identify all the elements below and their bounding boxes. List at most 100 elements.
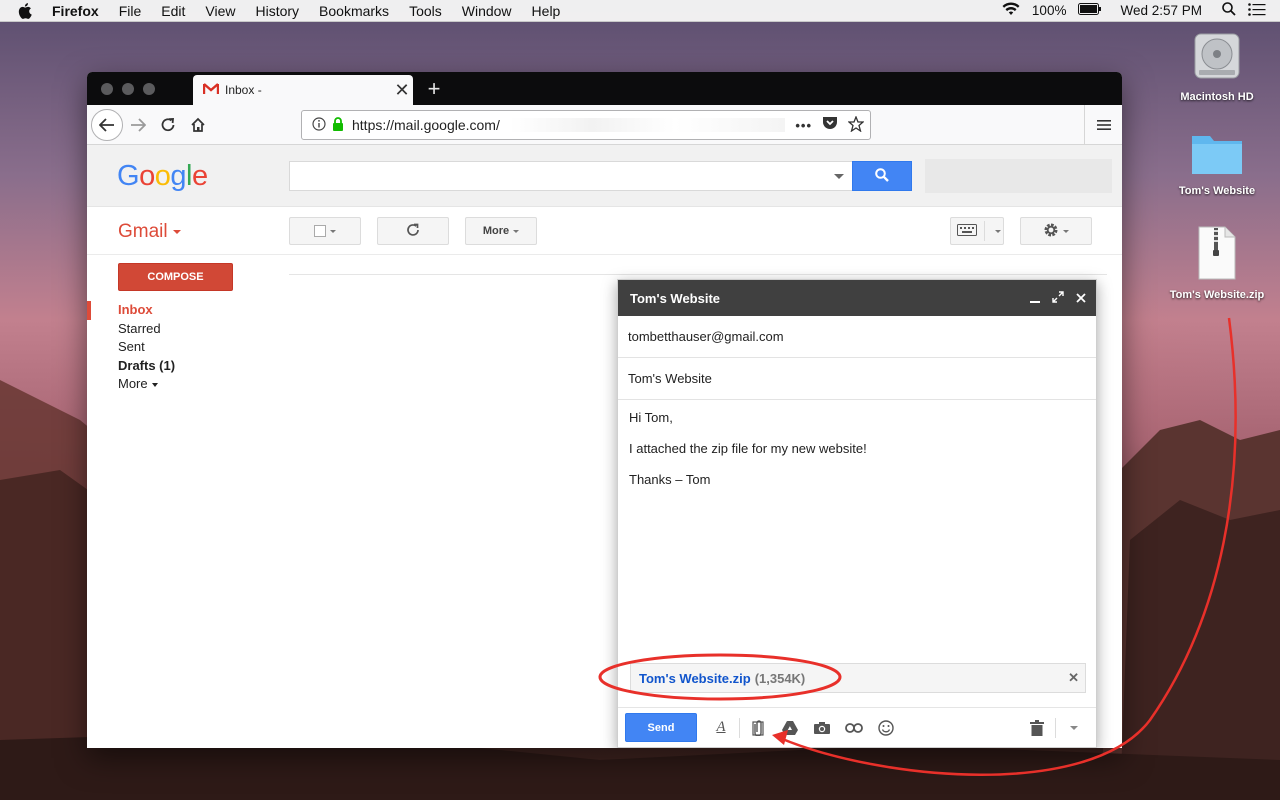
refresh-icon (406, 223, 420, 240)
compose-window: Tom's Website tombetthauser@gmail.com To… (617, 279, 1097, 748)
battery-icon[interactable] (1078, 3, 1102, 18)
close-window-button[interactable] (101, 82, 113, 95)
search-button[interactable] (852, 161, 912, 191)
folder-icon (1162, 130, 1272, 179)
close-tab-icon[interactable]: ✕ (391, 75, 413, 105)
menu-history[interactable]: History (255, 3, 299, 19)
chevron-down-icon (995, 230, 1001, 233)
tab-bar: Inbox - ✕ + (87, 72, 1122, 105)
sidebar-more-label: More (118, 376, 148, 391)
desktop-icon-macintosh-hd[interactable]: Macintosh HD (1162, 30, 1272, 103)
sidebar-item-drafts[interactable]: Drafts (1) (87, 357, 287, 376)
message-body[interactable]: Hi Tom, I attached the zip file for my n… (618, 400, 1096, 513)
home-button[interactable] (183, 110, 213, 140)
chevron-down-icon (513, 229, 520, 233)
tab-title: Inbox - (225, 83, 262, 97)
attachment-chip[interactable]: Tom's Website.zip (1,354K) ✕ (630, 663, 1086, 693)
desktop-icon-label: Tom's Website (1178, 185, 1256, 197)
logo-letter: o (139, 160, 155, 192)
url-bar[interactable]: https://mail.google.com/ ••• (301, 110, 871, 140)
back-button[interactable] (91, 108, 123, 141)
label-list: Inbox Starred Sent Drafts (1) More (87, 301, 287, 394)
more-options-chevron-down-icon[interactable] (1058, 716, 1090, 740)
search-options-caret-icon[interactable] (834, 174, 844, 179)
battery-percent: 100% (1031, 3, 1067, 18)
desktop-icon-label: Tom's Website.zip (1169, 289, 1265, 301)
checkbox-icon (314, 225, 326, 237)
spotlight-search-icon[interactable] (1222, 2, 1236, 19)
menubar-clock[interactable]: Wed 2:57 PM (1120, 3, 1202, 18)
menu-file[interactable]: File (119, 3, 142, 19)
apple-menu-icon[interactable] (18, 2, 36, 19)
menu-edit[interactable]: Edit (161, 3, 185, 19)
insert-link-icon[interactable] (838, 716, 870, 740)
send-button[interactable]: Send (625, 713, 697, 742)
formatting-options-icon[interactable]: A (705, 716, 737, 740)
refresh-button[interactable] (377, 217, 449, 245)
more-actions-button[interactable]: More (465, 217, 537, 245)
google-header: Google (87, 145, 1122, 207)
sidebar-item-inbox[interactable]: Inbox (87, 301, 287, 320)
menu-help[interactable]: Help (532, 3, 561, 19)
compose-footer: Send A (618, 707, 1096, 747)
attach-files-icon[interactable] (742, 716, 774, 740)
google-logo[interactable]: Google (117, 160, 208, 193)
search-icon (875, 167, 889, 185)
chevron-down-icon (151, 382, 158, 387)
google-drive-icon[interactable] (774, 716, 806, 740)
remove-attachment-icon[interactable]: ✕ (1068, 670, 1079, 686)
firefox-window: Inbox - ✕ + https://mail.google.com/ •••… (87, 72, 1122, 748)
recipient-field[interactable]: tombetthauser@gmail.com (618, 316, 1096, 358)
minimize-window-button[interactable] (122, 82, 134, 95)
insert-emoji-icon[interactable] (870, 716, 902, 740)
body-line: I attached the zip file for my new websi… (629, 441, 867, 456)
close-icon[interactable] (1076, 290, 1086, 306)
menu-app-firefox[interactable]: Firefox (52, 3, 99, 19)
wifi-icon[interactable] (1002, 2, 1020, 19)
compose-title: Tom's Website (630, 290, 721, 306)
bookmark-star-icon[interactable] (847, 114, 865, 135)
account-area[interactable] (925, 159, 1112, 193)
settings-button[interactable] (1020, 217, 1092, 245)
open-menu-button[interactable] (1084, 105, 1122, 145)
pocket-icon[interactable] (822, 116, 838, 134)
reload-button[interactable] (153, 110, 183, 140)
zoom-window-button[interactable] (143, 82, 155, 95)
menu-view[interactable]: View (205, 3, 235, 19)
insert-photo-icon[interactable] (806, 716, 838, 740)
body-line: Hi Tom, (629, 410, 673, 425)
logo-letter: e (191, 160, 208, 192)
desktop-icon-label: Macintosh HD (1180, 91, 1254, 103)
chevron-down-icon (172, 229, 181, 234)
forward-button[interactable] (123, 110, 153, 140)
new-tab-button[interactable]: + (423, 72, 445, 105)
chevron-down-icon (330, 229, 336, 233)
keyboard-icon (957, 223, 977, 239)
page-actions-icon[interactable]: ••• (795, 118, 812, 133)
menu-bookmarks[interactable]: Bookmarks (319, 3, 389, 19)
input-tools-button[interactable] (950, 217, 1004, 245)
expand-icon[interactable] (1052, 290, 1064, 306)
menu-tools[interactable]: Tools (409, 3, 442, 19)
sidebar-item-starred[interactable]: Starred (87, 320, 287, 339)
zip-file-icon (1162, 226, 1272, 283)
subject-field[interactable]: Tom's Website (618, 358, 1096, 400)
discard-draft-trash-icon[interactable] (1021, 716, 1053, 740)
mail-list-divider (289, 274, 1107, 275)
tab-inbox[interactable]: Inbox - ✕ (193, 75, 413, 105)
compose-header[interactable]: Tom's Website (618, 280, 1096, 316)
sidebar-item-more[interactable]: More (87, 375, 287, 394)
mail-search-input[interactable] (289, 161, 853, 191)
site-info-icon[interactable] (312, 116, 326, 134)
minimize-icon[interactable] (1030, 290, 1040, 306)
sidebar-item-sent[interactable]: Sent (87, 338, 287, 357)
menu-window[interactable]: Window (462, 3, 512, 19)
compose-button[interactable]: COMPOSE (118, 263, 233, 291)
gmail-menu[interactable]: Gmail (118, 221, 181, 243)
select-checkbox-button[interactable] (289, 217, 361, 245)
desktop-icon-toms-website-folder[interactable]: Tom's Website (1162, 130, 1272, 197)
desktop-icon-toms-website-zip[interactable]: Tom's Website.zip (1162, 226, 1272, 301)
notification-center-icon[interactable] (1248, 2, 1266, 19)
secure-lock-icon (332, 116, 344, 134)
attachment-name[interactable]: Tom's Website.zip (639, 671, 751, 686)
